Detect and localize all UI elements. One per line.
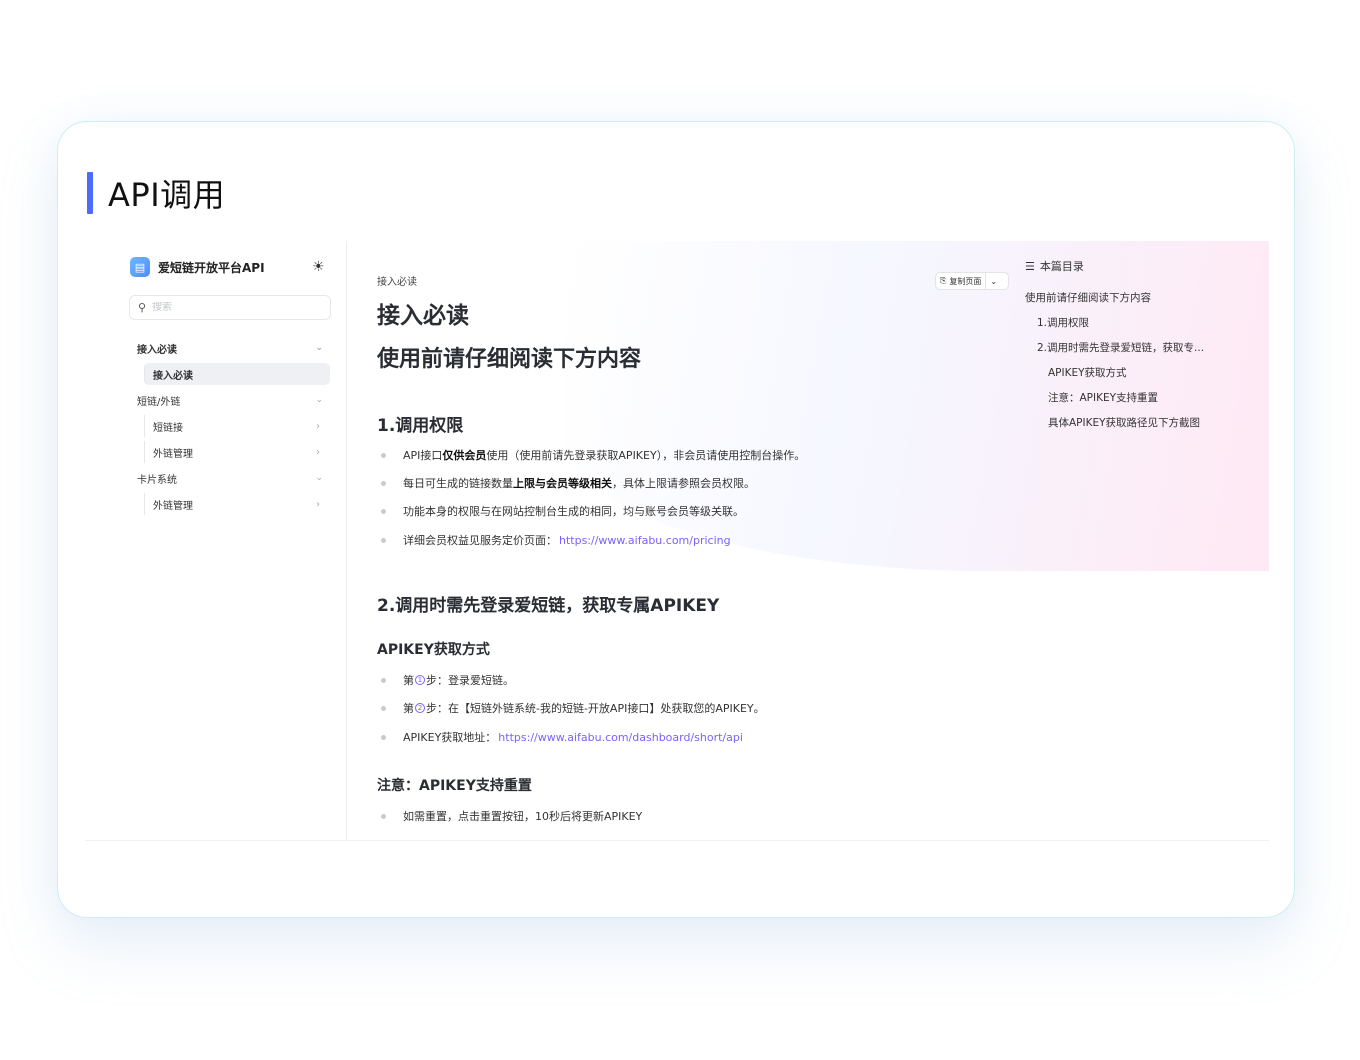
copy-page-button[interactable]: ⎘ 复制页面 ⌄ (935, 272, 1009, 290)
bold-text: 上限与会员等级相关 (513, 477, 612, 490)
text: 步：登录爱短链。 (426, 674, 514, 687)
sidebar-item-onboarding[interactable]: 接入必读 (144, 363, 330, 385)
text: 详细会员权益见服务定价页面： (403, 534, 557, 547)
chevron-down-icon: ⌄ (990, 276, 998, 286)
list-item: 第 2 步：在【短链外链系统-我的短链-开放API接口】处获取您的APIKEY。 (377, 700, 765, 716)
search-input[interactable] (152, 302, 323, 313)
toc-item[interactable]: 1.调用权限 (1037, 315, 1089, 330)
sidebar-group-shortlinks[interactable]: 短链/外链 ⌄ (137, 390, 323, 410)
sidebar-item-label: 接入必读 (153, 370, 193, 382)
toc-heading: ☰ 本篇目录 (1025, 258, 1084, 274)
chevron-down-icon: ⌄ (315, 343, 323, 353)
chevron-right-icon: › (316, 420, 320, 432)
text: 第 (403, 674, 414, 687)
bullet (381, 813, 386, 819)
list-item: 如需重置，点击重置按钮，10秒后将更新APIKEY (377, 808, 642, 824)
text: 步：在【短链外链系统-我的短链-开放API接口】处获取您的APIKEY。 (426, 702, 765, 715)
copy-page-action[interactable]: ⎘ 复制页面 (936, 273, 985, 289)
text: 第 (403, 702, 414, 715)
list-item: 第 1 步：登录爱短链。 (377, 672, 514, 688)
list-item: 功能本身的权限与在网站控制台生成的相同，均与账号会员等级关联。 (377, 503, 744, 519)
app-logo-icon: ▤ (130, 257, 150, 277)
bullet (381, 452, 386, 458)
sidebar-item-label: 外链管理 (153, 500, 193, 512)
toc-item[interactable]: 具体APIKEY获取路径见下方截图 (1048, 415, 1200, 430)
chevron-right-icon: › (316, 498, 320, 510)
sidebar-item-external-links[interactable]: 外链管理 › (144, 441, 330, 463)
chevron-right-icon: › (316, 446, 320, 458)
search-box[interactable]: ⚲ (129, 295, 331, 320)
copy-page-label: 复制页面 (949, 276, 982, 286)
text: APIKEY获取地址： (403, 731, 497, 744)
subsection-heading: 注意：APIKEY支持重置 (377, 778, 532, 794)
sidebar-group-cards[interactable]: 卡片系统 ⌄ (137, 468, 323, 488)
brand-name: 爱短链开放平台API (158, 260, 265, 275)
sidebar-item-shortlink[interactable]: 短链接 › (144, 415, 330, 437)
feature-card: API调用 ▤ 爱短链开放平台API ☀ ⚲ 接入必读 ⌄ 接入必读 短链/外链 (57, 121, 1295, 918)
brand[interactable]: ▤ 爱短链开放平台API (130, 257, 265, 277)
list-icon: ☰ (1025, 259, 1035, 273)
copy-options-dropdown[interactable]: ⌄ (986, 273, 1001, 289)
page-title: 接入必读 (377, 303, 469, 329)
bullet (381, 705, 386, 711)
bold-text: 仅供会员 (442, 449, 487, 462)
text: 每日可生成的链接数量 (403, 477, 513, 490)
chevron-down-icon: ⌄ (315, 473, 323, 483)
sidebar-group-label: 卡片系统 (137, 474, 177, 486)
section-heading: 2.调用时需先登录爱短链，获取专属APIKEY (377, 596, 720, 616)
text: ，具体上限请参照会员权限。 (612, 477, 755, 490)
text: API接口 (403, 449, 443, 462)
step-number: 2 (415, 703, 425, 713)
card-heading: API调用 (87, 172, 225, 214)
docs-screenshot: ▤ 爱短链开放平台API ☀ ⚲ 接入必读 ⌄ 接入必读 短链/外链 ⌄ 短链接 (85, 241, 1269, 841)
sun-icon[interactable]: ☀ (312, 259, 325, 275)
bullet (381, 677, 386, 683)
pricing-link[interactable]: https://www.aifabu.com/pricing (559, 534, 731, 547)
sidebar-item-label: 外链管理 (153, 448, 193, 460)
page-subtitle: 使用前请仔细阅读下方内容 (377, 347, 642, 372)
accent-bar (87, 172, 93, 214)
card-title: API调用 (108, 176, 226, 214)
search-icon: ⚲ (138, 301, 147, 314)
toc-title: 本篇目录 (1039, 260, 1084, 273)
toc-item[interactable]: 2.调用时需先登录爱短链，获取专... (1037, 340, 1204, 355)
list-item: 详细会员权益见服务定价页面： https://www.aifabu.com/pri… (377, 532, 731, 548)
text: 如需重置，点击重置按钮，10秒后将更新APIKEY (403, 810, 643, 823)
chevron-down-icon: ⌄ (315, 395, 323, 405)
sidebar-item-card-links[interactable]: 外链管理 › (144, 493, 330, 515)
divider (85, 840, 1269, 841)
bullet (381, 537, 386, 543)
sidebar-group-label: 短链/外链 (137, 396, 181, 408)
section-heading: 1.调用权限 (377, 416, 464, 436)
subsection-heading: APIKEY获取方式 (377, 642, 490, 658)
list-item: API接口 仅供会员 使用（使用前请先登录获取APIKEY），非会员请使用控制台操作… (377, 447, 805, 463)
clipboard-icon: ⎘ (940, 276, 947, 285)
sidebar-item-label: 短链接 (153, 422, 183, 434)
sidebar: ▤ 爱短链开放平台API ☀ ⚲ 接入必读 ⌄ 接入必读 短链/外链 ⌄ 短链接 (85, 241, 347, 841)
toc-item[interactable]: APIKEY获取方式 (1048, 365, 1127, 380)
toc-item[interactable]: 注意：APIKEY支持重置 (1048, 390, 1158, 405)
sidebar-group-onboarding[interactable]: 接入必读 ⌄ (137, 338, 323, 358)
bullet (381, 480, 386, 486)
list-item: 每日可生成的链接数量 上限与会员等级相关 ，具体上限请参照会员权限。 (377, 475, 755, 491)
toc-item[interactable]: 使用前请仔细阅读下方内容 (1025, 290, 1151, 305)
main-content: 接入必读 接入必读 使用前请仔细阅读下方内容 1.调用权限 API接口 仅供会员使… (377, 241, 1027, 841)
step-number: 1 (415, 675, 425, 685)
sidebar-group-label: 接入必读 (137, 344, 177, 356)
bullet (381, 734, 386, 740)
list-item: APIKEY获取地址： https://www.aifabu.com/dashbo… (377, 729, 743, 745)
text: 使用（使用前请先登录获取APIKEY），非会员请使用控制台操作。 (486, 449, 806, 462)
bullet (381, 508, 386, 514)
apikey-link[interactable]: https://www.aifabu.com/dashboard/short/a… (498, 731, 743, 744)
text: 功能本身的权限与在网站控制台生成的相同，均与账号会员等级关联。 (403, 505, 744, 518)
breadcrumb[interactable]: 接入必读 (377, 273, 417, 288)
